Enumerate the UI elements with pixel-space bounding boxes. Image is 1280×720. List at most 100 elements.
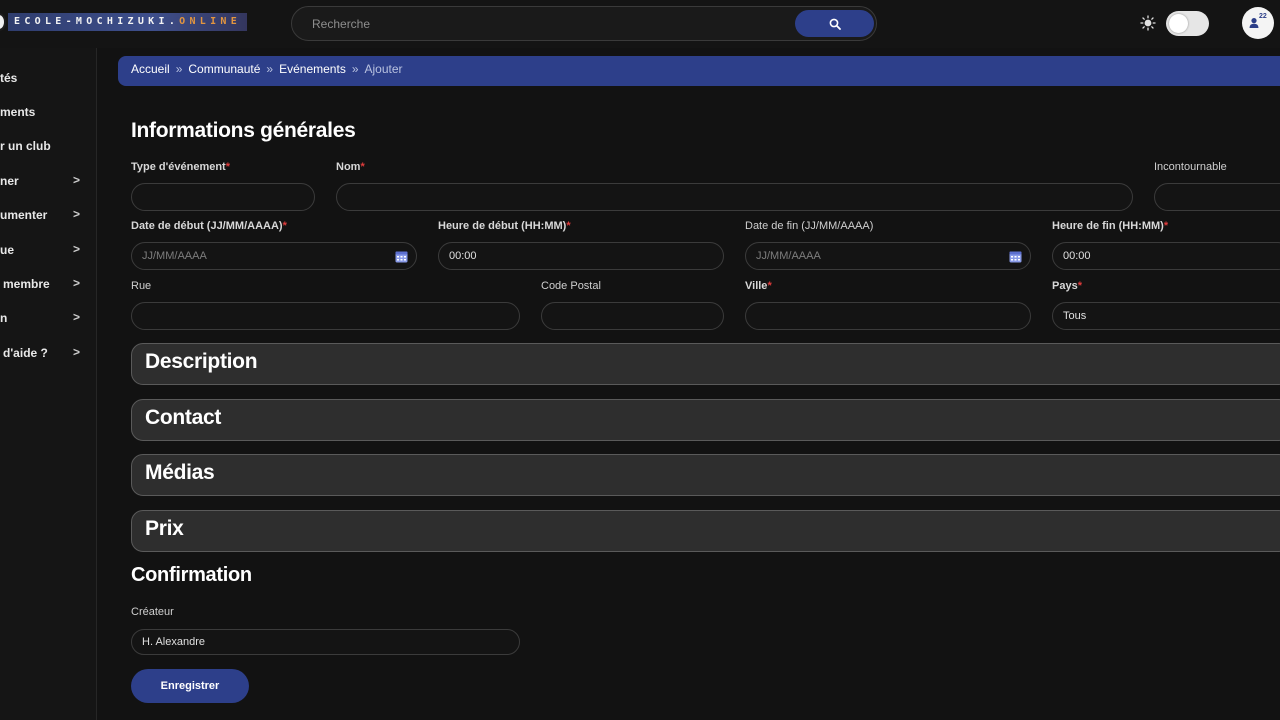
breadcrumb: Accueil » Communauté » Evénements » Ajouter [118, 56, 1280, 86]
required-mark: * [1163, 220, 1169, 232]
breadcrumb-evenements[interactable]: Evénements [279, 62, 346, 76]
postal-code-field[interactable] [541, 302, 724, 330]
sidebar-item-membre[interactable]: membre > [0, 274, 96, 294]
label-text: Date de début (JJ/MM/AAAA) [131, 220, 283, 232]
start-time-field[interactable]: 00:00 [438, 242, 724, 270]
sidebar-item-label: r un club [0, 139, 51, 153]
sidebar-item-4[interactable]: ner > [0, 171, 96, 191]
end-date-field[interactable] [745, 242, 1031, 270]
section-prix[interactable]: Prix [131, 510, 1280, 552]
start-time-value: 00:00 [449, 250, 477, 262]
end-time-field[interactable]: 00:00 [1052, 242, 1280, 270]
section-title: Description [145, 350, 258, 373]
breadcrumb-accueil[interactable]: Accueil [131, 62, 170, 76]
sidebar-item-6[interactable]: ue > [0, 240, 96, 260]
required-mark: * [1077, 280, 1082, 292]
street-field[interactable] [131, 302, 520, 330]
start-date-input[interactable] [132, 243, 416, 269]
required-mark: * [225, 161, 231, 173]
sidebar-item-club[interactable]: r un club [0, 136, 96, 156]
event-type-select[interactable] [131, 183, 315, 211]
breadcrumb-current: Ajouter [364, 62, 403, 76]
chevron-right-icon: > [73, 276, 81, 290]
breadcrumb-communaute[interactable]: Communauté [188, 62, 260, 76]
street-input[interactable] [132, 303, 519, 329]
label-text: Type d'événement [131, 161, 226, 173]
label-city: Ville* [745, 280, 772, 292]
chevron-right-icon: > [73, 345, 81, 359]
name-field[interactable] [336, 183, 1133, 211]
postal-code-input[interactable] [542, 303, 723, 329]
end-time-value: 00:00 [1063, 250, 1091, 262]
chevron-right-icon: > [73, 310, 81, 324]
page-title: Informations générales [131, 119, 356, 142]
sidebar-item-label: tés [0, 71, 18, 85]
label-country: Pays* [1052, 280, 1082, 292]
search-input[interactable] [312, 7, 782, 40]
logo-suffix: ONLINE [179, 16, 242, 27]
chevron-right-icon: > [73, 173, 81, 187]
incontournable-select[interactable] [1154, 183, 1280, 211]
label-text: Nom [336, 161, 361, 173]
section-title: Contact [145, 406, 222, 429]
search-icon [829, 18, 841, 30]
sidebar-item-label: ner [0, 174, 19, 188]
creator-field[interactable]: H. Alexandre [131, 629, 520, 655]
sidebar-item-8[interactable]: n > [0, 308, 96, 328]
label-start-date: Date de début (JJ/MM/AAAA)* [131, 220, 287, 232]
section-medias[interactable]: Médias [131, 454, 1280, 496]
label-postal: Code Postal [541, 280, 601, 292]
sidebar-item-label: d'aide ? [3, 346, 48, 360]
chevron-right-icon: > [73, 207, 81, 221]
calendar-icon[interactable] [1009, 250, 1022, 263]
name-input[interactable] [337, 184, 1132, 210]
start-date-field[interactable] [131, 242, 417, 270]
label-text: Pays [1052, 280, 1078, 292]
label-type: Type d'événement* [131, 161, 230, 173]
sidebar-item-label: n [0, 311, 8, 325]
toggle-knob [1169, 14, 1188, 33]
sidebar-item-activites[interactable]: tés [0, 68, 96, 88]
sidebar-item-label: membre [3, 277, 50, 291]
creator-value: H. Alexandre [142, 636, 205, 648]
calendar-icon[interactable] [395, 250, 408, 263]
theme-toggle[interactable] [1166, 11, 1209, 36]
label-text: Heure de fin (HH:MM) [1052, 220, 1164, 232]
required-mark: * [767, 280, 772, 292]
search-button[interactable] [795, 10, 874, 37]
confirmation-title: Confirmation [131, 564, 252, 586]
user-menu-button[interactable]: 22 [1242, 7, 1274, 39]
breadcrumb-separator: » [266, 62, 274, 76]
required-mark: * [360, 161, 365, 173]
chevron-right-icon: > [73, 242, 81, 256]
label-end-time: Heure de fin (HH:MM)* [1052, 220, 1168, 232]
city-input[interactable] [746, 303, 1030, 329]
notification-count: 22 [1259, 13, 1267, 20]
label-text: Ville [745, 280, 768, 292]
label-creator: Créateur [131, 606, 174, 618]
label-incontournable: Incontournable [1154, 161, 1227, 173]
save-button[interactable]: Enregistrer [131, 669, 249, 703]
section-title: Prix [145, 517, 184, 540]
logo-dot: . [168, 16, 180, 27]
section-contact[interactable]: Contact [131, 399, 1280, 441]
city-field[interactable] [745, 302, 1031, 330]
site-logo[interactable]: ECOLE-MOCHIZUKI.ONLINE [0, 11, 248, 33]
section-description[interactable]: Description [131, 343, 1280, 385]
sidebar-item-evenements[interactable]: ments [0, 102, 96, 122]
required-mark: * [566, 220, 571, 232]
sidebar-item-aide[interactable]: d'aide ? > [0, 343, 96, 363]
country-select[interactable]: Tous [1052, 302, 1280, 330]
end-date-input[interactable] [746, 243, 1030, 269]
sun-icon [1140, 15, 1156, 31]
sidebar-item-label: umenter [0, 208, 48, 222]
label-start-time: Heure de début (HH:MM)* [438, 220, 571, 232]
breadcrumb-separator: » [351, 62, 359, 76]
label-end-date: Date de fin (JJ/MM/AAAA) [745, 220, 874, 232]
logo-main: ECOLE-MOCHIZUKI [14, 16, 169, 27]
sidebar-item-documenter[interactable]: umenter > [0, 205, 96, 225]
required-mark: * [282, 220, 287, 232]
breadcrumb-separator: » [175, 62, 183, 76]
logo-text: ECOLE-MOCHIZUKI.ONLINE [8, 13, 248, 31]
country-value: Tous [1063, 310, 1087, 322]
